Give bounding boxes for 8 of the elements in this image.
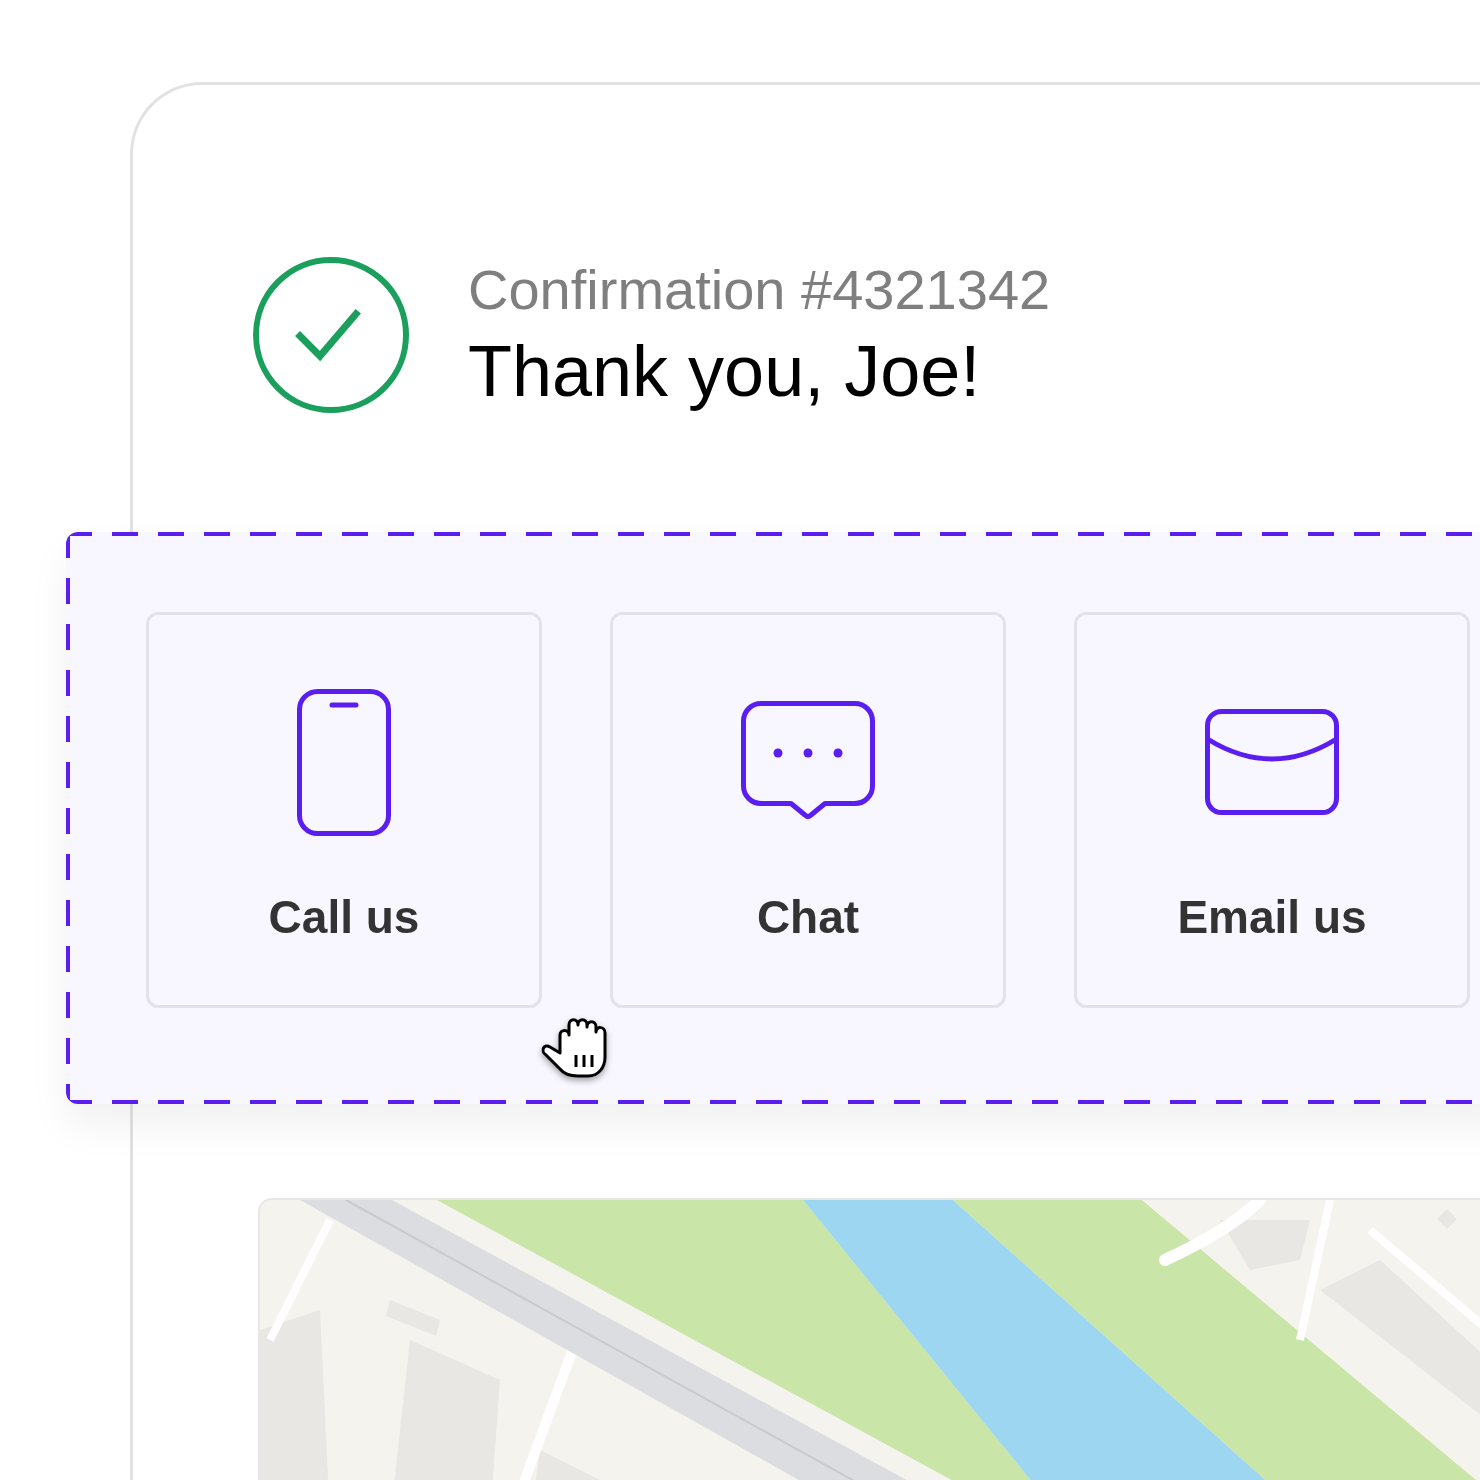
confirmation-number: Confirmation #4321342 [468,258,1051,322]
phone-icon [297,688,391,836]
contact-option-button[interactable]: Chat [610,612,1006,1008]
check-circle-icon [252,256,410,414]
thank-you-heading: Thank you, Joe! [468,330,982,412]
contact-option-button[interactable]: Call us [146,612,542,1008]
contact-option-button[interactable]: Email us [1074,612,1470,1008]
envelope-icon [1205,709,1339,815]
